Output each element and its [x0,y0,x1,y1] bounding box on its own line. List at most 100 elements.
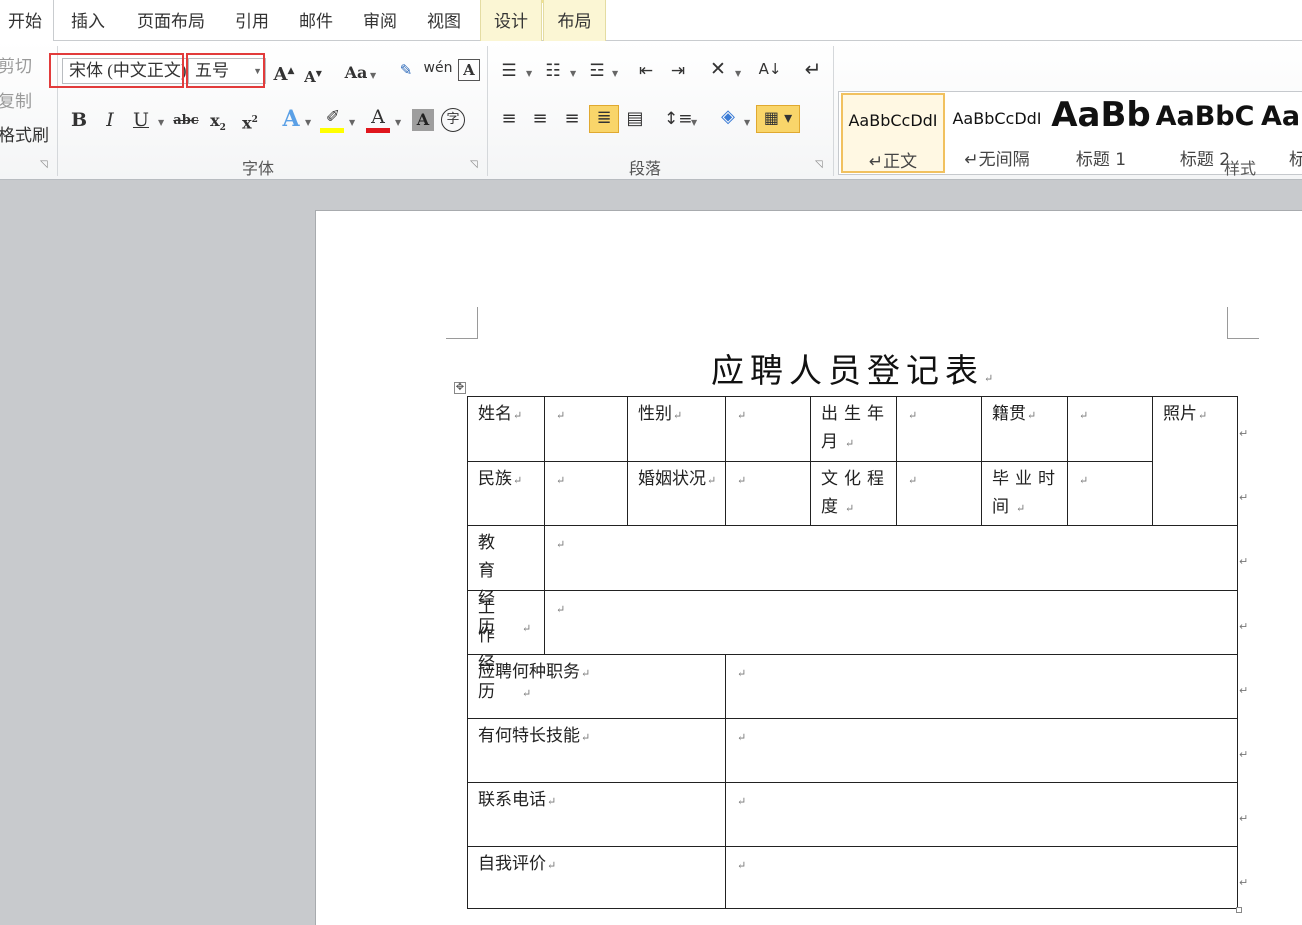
grow-font-icon[interactable]: A▲ [272,59,296,85]
text-effects-icon[interactable]: A [279,107,303,133]
underline-icon[interactable]: U [130,108,152,134]
increase-indent-icon[interactable]: ⇥ [665,59,691,85]
table-move-handle-icon[interactable]: ✥ [454,382,466,394]
table-cell-ethnicity-value[interactable]: ↵ [544,461,627,525]
table-cell-name-value[interactable]: ↵ [544,396,627,461]
shrink-font-icon[interactable]: A▼ [302,61,324,87]
tab-review[interactable]: 审阅 [352,0,408,41]
table-cell-skills-value[interactable]: ↵ [725,718,1238,782]
cell-text: 文化程度 [821,469,890,517]
tab-home[interactable]: 开始 [0,0,54,42]
table-cell-graduation-label[interactable]: 毕业时间↵ [981,461,1067,525]
table-cell-birth-label[interactable]: 出生年月↵ [810,396,896,461]
decrease-indent-icon[interactable]: ⇤ [633,59,659,85]
chevron-down-icon[interactable]: ▼ [691,118,697,127]
strikethrough-icon[interactable]: abc [172,109,200,135]
justify-icon[interactable]: ≣ [589,105,619,133]
paragraph-mark: ↵ [737,859,747,872]
table-cell-education-level-label[interactable]: 文化程度↵ [810,461,896,525]
table-cell-birth-value[interactable]: ↵ [896,396,981,461]
table-cell-self-eval-value[interactable]: ↵ [725,846,1238,909]
enclose-characters-icon[interactable]: 字 [441,108,465,132]
format-painter-button[interactable]: 格式刷 [0,121,49,146]
table-cell-name-label[interactable]: 姓名↵ [467,396,544,461]
chevron-down-icon[interactable]: ▼ [158,118,164,127]
table-cell-ethnicity-label[interactable]: 民族↵ [467,461,544,525]
shading-icon[interactable]: ◈ [714,105,742,131]
table-cell-photo[interactable]: 照片↵ [1152,396,1238,525]
chevron-down-icon[interactable]: ▼ [395,118,401,127]
clipboard-dialog-launcher-icon[interactable]: ◹ [40,159,48,170]
chevron-down-icon[interactable]: ▼ [526,69,532,78]
font-dialog-launcher-icon[interactable]: ◹ [470,159,478,170]
tab-view[interactable]: 视图 [416,0,472,41]
cell-text: 自我评价 [478,854,546,874]
paragraph-dialog-launcher-icon[interactable]: ◹ [815,159,823,170]
multilevel-list-icon[interactable]: ☲ [584,59,610,85]
tab-insert[interactable]: 插入 [60,0,116,41]
style-no-spacing[interactable]: AaBbCcDdI ↵无间隔 [945,93,1049,173]
distributed-align-icon[interactable]: ▤ [622,107,648,133]
style-preview: AaBbCcDdI [848,111,938,130]
copy-button[interactable]: 复制 [0,87,32,112]
style-heading-1[interactable]: AaBb 标题 1 [1049,93,1153,173]
table-cell-native-place-value[interactable]: ↵ [1067,396,1152,461]
tab-references[interactable]: 引用 [224,0,280,41]
chevron-down-icon[interactable]: ▼ [744,118,750,127]
paragraph-group-label: 段落 [629,159,662,178]
numbering-icon[interactable]: ☷ [540,59,566,85]
change-case-icon[interactable]: Aa [341,61,371,87]
document-title[interactable]: 应聘人员登记表↵ [711,344,993,392]
table-cell-gender-value[interactable]: ↵ [725,396,810,461]
style-normal[interactable]: AaBbCcDdI ↵正文 [841,93,945,173]
clear-formatting-icon[interactable]: ✎ [393,58,419,84]
tab-mailings[interactable]: 邮件 [288,0,344,41]
chevron-down-icon[interactable]: ▼ [735,69,741,78]
table-cell-education-value[interactable]: ↵ [544,525,1238,590]
bullets-icon[interactable]: ☰ [496,59,522,85]
superscript-icon[interactable]: x2 [238,108,262,134]
chevron-down-icon[interactable]: ▼ [612,69,618,78]
chevron-down-icon[interactable]: ▼ [305,118,311,127]
bold-icon[interactable]: B [68,108,90,134]
sort-icon[interactable]: A↓ [757,57,783,83]
cut-button[interactable]: 剪切 [0,52,32,77]
table-cell-marital-label[interactable]: 婚姻状况↵ [627,461,725,525]
line-spacing-icon[interactable]: ↕≡ [664,107,693,133]
show-formatting-marks-icon[interactable]: ↵ [800,57,826,83]
phonetic-guide-icon[interactable]: wén [423,56,453,82]
chevron-down-icon[interactable]: ▼ [570,69,576,78]
paragraph-mark: ↵ [1016,502,1026,515]
table-cell-marital-value[interactable]: ↵ [725,461,810,525]
table-cell-phone-value[interactable]: ↵ [725,782,1238,846]
align-center-icon[interactable]: ≡ [527,107,553,133]
borders-icon[interactable]: ▦ ▾ [756,105,800,133]
chevron-down-icon[interactable]: ▼ [370,71,376,80]
table-cell-education-level-value[interactable]: ↵ [896,461,981,525]
chevron-down-icon[interactable]: ▼ [349,118,355,127]
table-cell-graduation-value[interactable]: ↵ [1067,461,1152,525]
align-right-icon[interactable]: ≡ [559,107,585,133]
italic-icon[interactable]: I [99,108,121,134]
table-cell-education-label[interactable]: 教育经历↵ [467,525,544,637]
table-resize-handle[interactable] [1236,907,1242,913]
table-cell-phone-label[interactable]: 联系电话↵ [467,782,725,846]
row-end-mark: ↵ [1239,876,1249,889]
tab-table-design[interactable]: 设计 [480,0,542,41]
table-cell-self-eval-label[interactable]: 自我评价↵ [467,846,725,909]
table-cell-native-place-label[interactable]: 籍贯↵ [981,396,1067,461]
table-cell-position-label[interactable]: 应聘何种职务↵ [467,654,725,718]
subscript-icon[interactable]: x2 [206,109,230,135]
character-border-icon[interactable]: A [458,59,480,81]
chinese-layout-icon[interactable]: ✕ [704,57,732,83]
table-cell-skills-label[interactable]: 有何特长技能↵ [467,718,725,782]
style-title[interactable]: AaB 标 [1257,93,1302,173]
table-cell-position-value[interactable]: ↵ [725,654,1238,718]
table-cell-work-value[interactable]: ↵ [544,590,1238,654]
table-cell-gender-label[interactable]: 性别↵ [627,396,725,461]
tab-page-layout[interactable]: 页面布局 [126,0,216,41]
character-shading-icon[interactable]: A [412,109,434,131]
align-left-icon[interactable]: ≡ [496,107,522,133]
tab-table-layout[interactable]: 布局 [543,0,606,41]
table-cell-work-label[interactable]: 工作经历↵ [467,590,544,702]
